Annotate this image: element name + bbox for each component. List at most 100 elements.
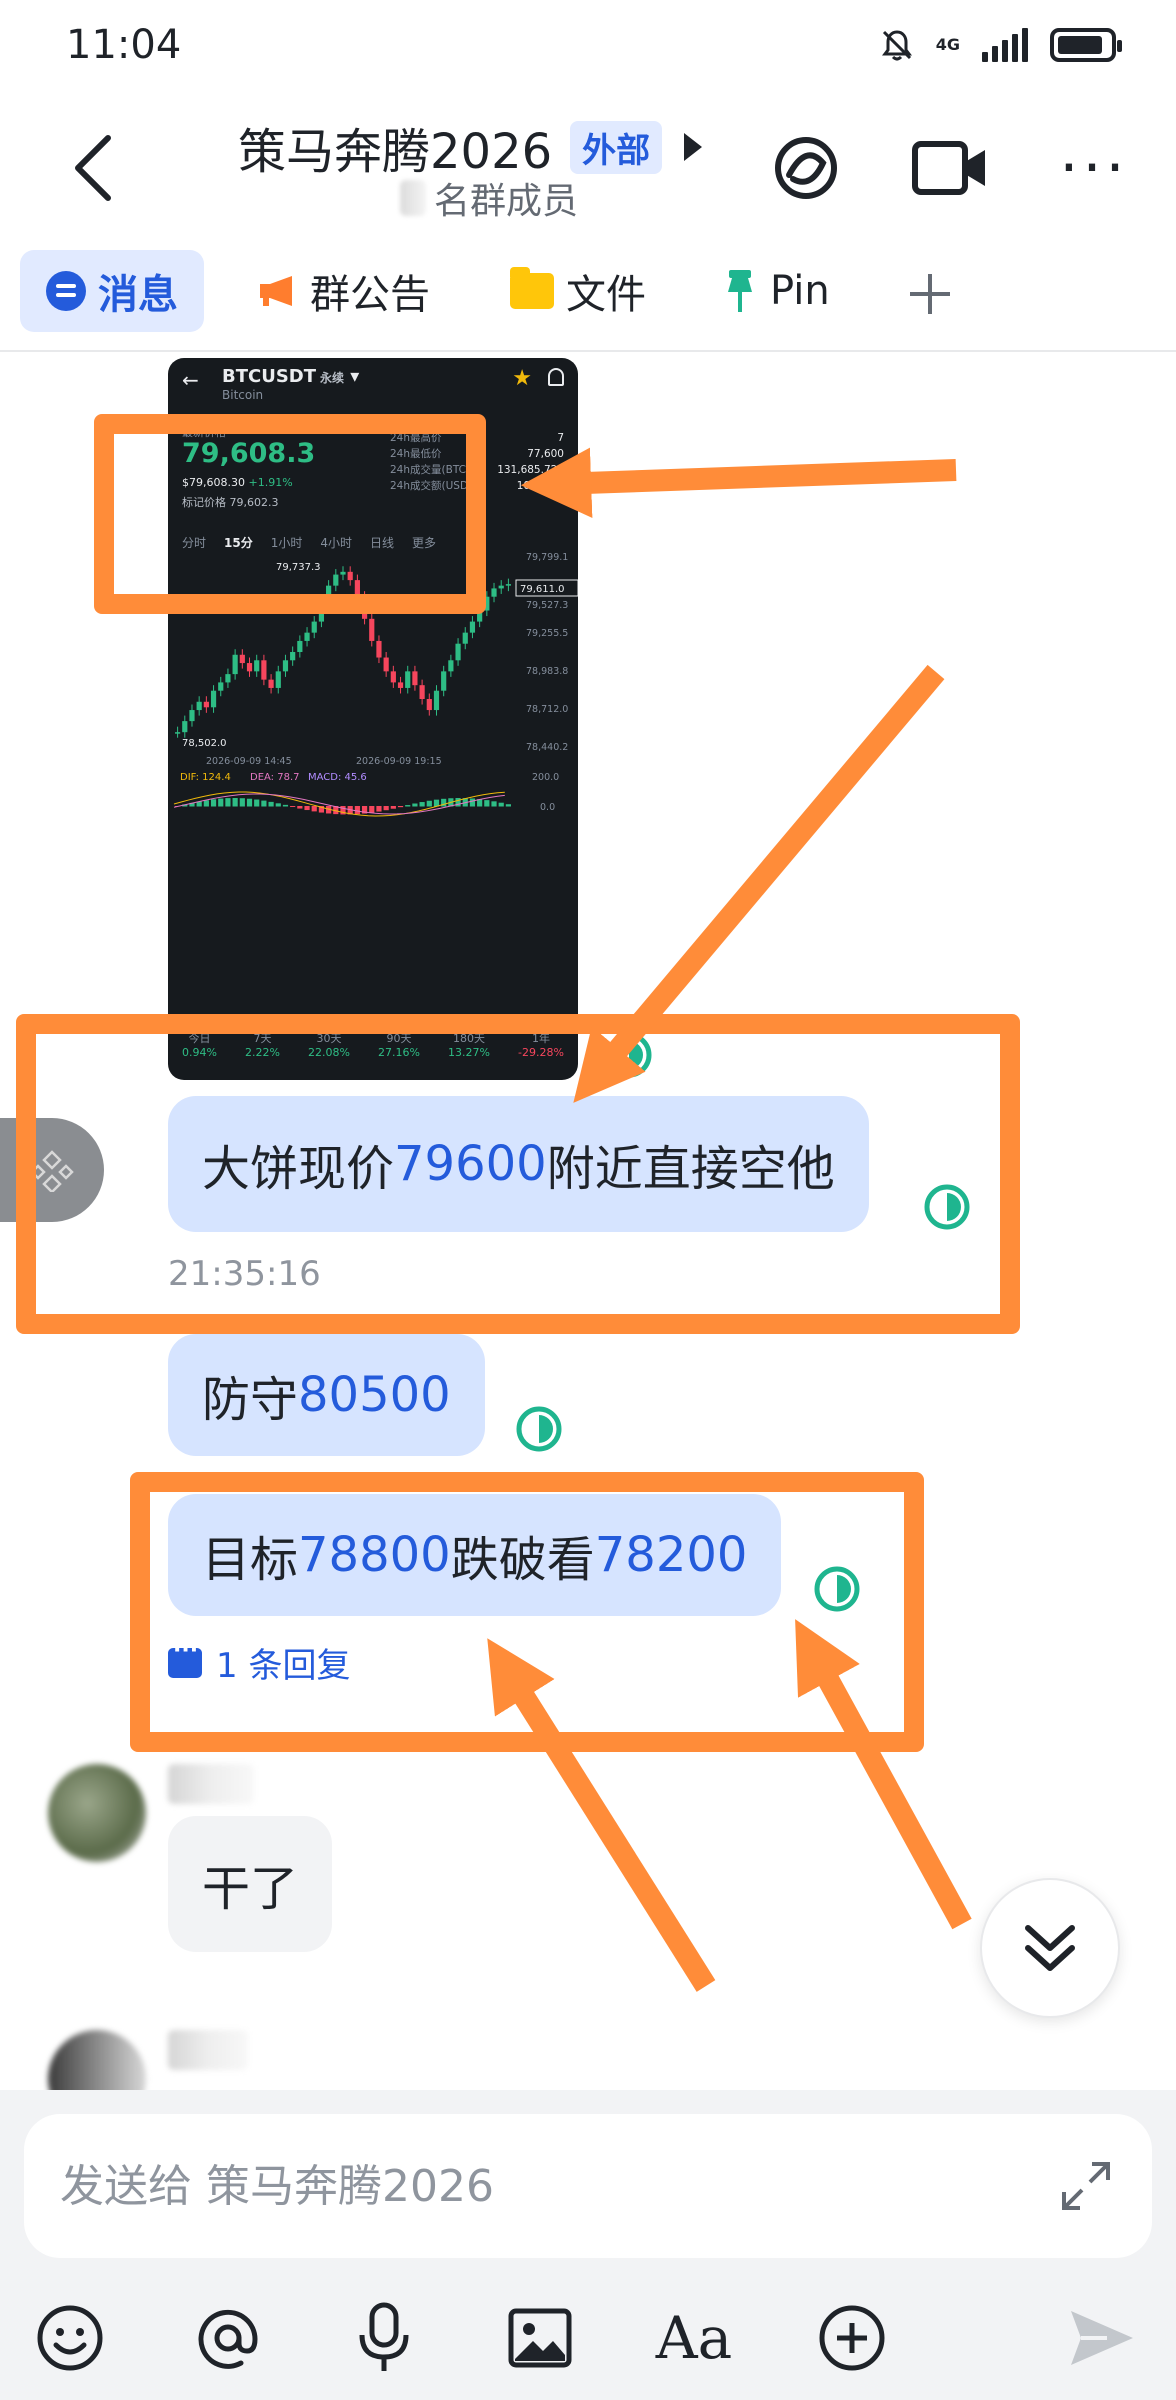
meeting-button[interactable] xyxy=(766,128,846,208)
macd-value-label: MACD: 45.6 xyxy=(308,772,367,783)
macd-bar xyxy=(369,806,375,813)
macd-bar xyxy=(225,798,231,807)
image-icon xyxy=(508,2308,572,2368)
tab-label: Pin xyxy=(770,268,830,314)
composer-toolbar: Aa xyxy=(0,2286,1176,2386)
macd-bar xyxy=(261,800,267,807)
candle-body xyxy=(498,585,504,589)
candle-body xyxy=(297,640,303,652)
macd-axis: 200.0 xyxy=(532,772,559,783)
read-receipt-icon xyxy=(516,1406,562,1452)
candle-body xyxy=(311,621,317,633)
mention-button[interactable] xyxy=(190,2300,266,2376)
message-input[interactable] xyxy=(60,2154,1020,2218)
macd-bar xyxy=(505,804,511,807)
candle-body xyxy=(203,701,209,708)
tab-pin[interactable]: Pin xyxy=(696,250,856,332)
coin-name: Bitcoin xyxy=(222,388,264,402)
candle-body xyxy=(397,682,404,688)
chart-back-icon: ← xyxy=(182,368,199,392)
candle-body xyxy=(246,663,253,672)
macd-bar xyxy=(426,800,432,807)
low-label: 78,502.0 xyxy=(182,738,227,749)
candle-body xyxy=(433,690,440,711)
more-options-button[interactable]: ··· xyxy=(1054,128,1134,208)
candle-body xyxy=(304,632,310,641)
tab-messages[interactable]: 消息 xyxy=(20,250,204,332)
member-count[interactable]: 名群成员 xyxy=(400,172,578,224)
macd-bar xyxy=(376,806,382,812)
message-input-container[interactable] xyxy=(24,2114,1152,2258)
pair-name: BTCUSDT xyxy=(222,366,317,387)
macd-bar xyxy=(218,798,224,807)
plus-circle-icon xyxy=(819,2305,885,2371)
message-bubble[interactable]: 干了 xyxy=(168,1816,333,1952)
status-bar: 11:04 4G xyxy=(0,0,1176,100)
message-number: 80500 xyxy=(298,1367,451,1423)
send-icon xyxy=(1071,2311,1133,2365)
scroll-to-bottom-button[interactable] xyxy=(980,1878,1120,2018)
macd-bar xyxy=(412,803,418,807)
video-call-button[interactable] xyxy=(910,128,990,208)
more-actions-button[interactable] xyxy=(814,2300,890,2376)
macd-bar xyxy=(239,798,245,807)
composer: Aa xyxy=(0,2090,1176,2400)
text-format-button[interactable]: Aa xyxy=(656,2300,732,2376)
candle-body xyxy=(261,660,267,680)
tab-files[interactable]: 文件 xyxy=(484,250,672,332)
tab-announcements[interactable]: 群公告 xyxy=(232,250,456,332)
macd-bar xyxy=(290,806,296,807)
message-icon xyxy=(46,271,86,311)
status-time: 11:04 xyxy=(66,22,182,68)
tab-label: 消息 xyxy=(98,272,178,318)
macd-bar xyxy=(304,806,310,811)
macd-bar xyxy=(275,803,281,807)
contract-type: 永续 xyxy=(320,371,345,385)
meeting-icon xyxy=(775,137,837,199)
current-price-tag: 79,611.0 xyxy=(520,584,565,595)
network-type: 4G xyxy=(935,35,960,54)
candle-body xyxy=(505,584,511,586)
candle-body xyxy=(196,701,202,711)
axis-price: 78,712.0 xyxy=(526,704,568,715)
bell-icon xyxy=(548,368,564,386)
add-tab-icon[interactable] xyxy=(900,264,960,324)
emoji-icon xyxy=(37,2305,103,2371)
macd-bar xyxy=(210,799,217,807)
candle-body xyxy=(218,682,224,691)
back-arrow-icon[interactable] xyxy=(60,128,130,208)
candle-body xyxy=(282,660,289,672)
candle-body xyxy=(376,640,382,658)
image-button[interactable] xyxy=(502,2300,578,2376)
axis-price: 79,255.5 xyxy=(526,628,568,639)
member-count-blur xyxy=(400,180,426,216)
macd-bar xyxy=(405,805,411,807)
battery-icon xyxy=(1050,28,1122,62)
message-bubble[interactable]: 防守 80500 xyxy=(168,1334,485,1456)
macd-bar xyxy=(232,798,238,807)
microphone-icon xyxy=(359,2302,409,2371)
avatar[interactable] xyxy=(48,1764,146,1862)
candle-body xyxy=(239,654,245,664)
candle-body xyxy=(189,710,195,722)
candle-body xyxy=(232,654,238,675)
chart-pair: BTCUSDT 永续 ▾ xyxy=(222,366,360,387)
star-icon: ★ xyxy=(512,366,532,391)
macd-bar xyxy=(484,800,490,807)
title-arrow-icon xyxy=(684,133,703,161)
status-icons: 4G xyxy=(880,28,1122,62)
macd-axis: 0.0 xyxy=(540,802,555,813)
voice-button[interactable] xyxy=(346,2300,422,2376)
avatar[interactable] xyxy=(48,2030,146,2090)
tab-label: 群公告 xyxy=(310,272,430,318)
emoji-button[interactable] xyxy=(32,2300,108,2376)
candle-body xyxy=(383,657,389,672)
stats-values: 7 77,600 131,685.722 103.74亿 xyxy=(497,430,564,494)
macd-bar xyxy=(246,798,253,807)
macd-bar xyxy=(419,802,425,807)
announcement-icon xyxy=(260,276,292,306)
axis-price: 78,983.8 xyxy=(526,666,568,677)
expand-icon[interactable] xyxy=(1056,2156,1116,2216)
send-button[interactable] xyxy=(1064,2300,1140,2376)
double-chevron-down-icon xyxy=(1025,1925,1075,1971)
